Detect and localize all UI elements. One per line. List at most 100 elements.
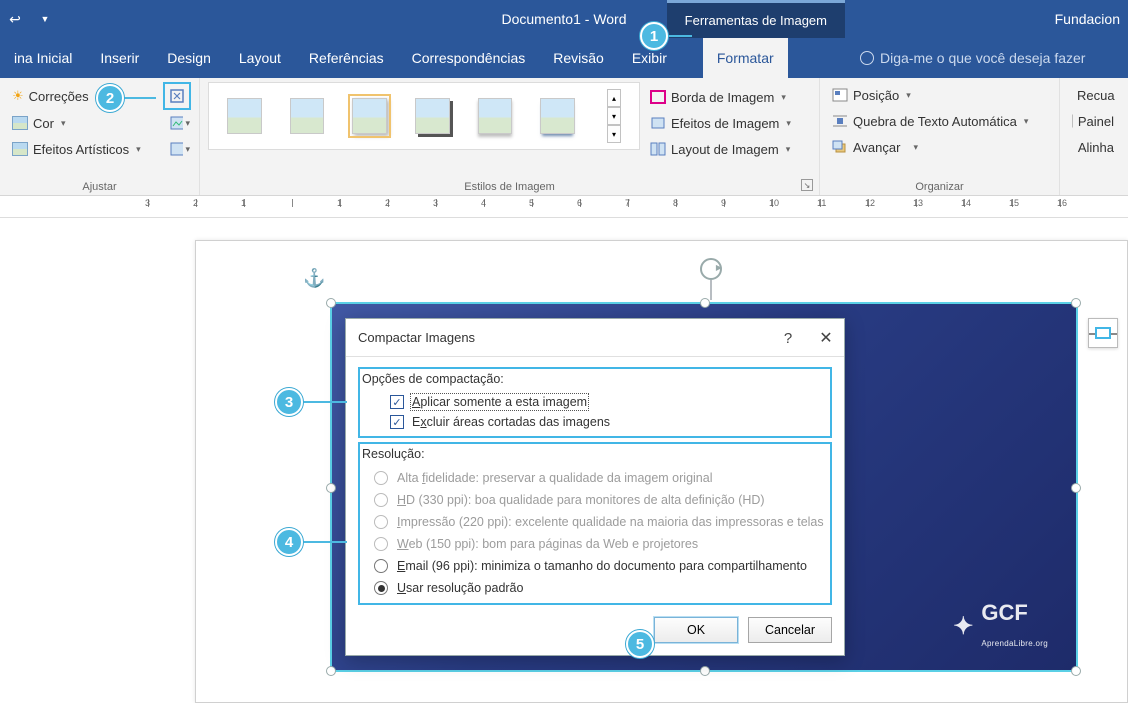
change-picture-button[interactable]: ▾	[169, 112, 191, 134]
reset-icon	[170, 142, 183, 156]
style-option-2[interactable]	[290, 98, 325, 134]
resize-handle-tr[interactable]	[1071, 298, 1081, 308]
callout-3: 3	[275, 388, 303, 416]
group-picture-styles: ▴ ▾ ▾ Borda de Imagem▾ Efeitos de Imagem…	[200, 78, 820, 195]
layout-options-button[interactable]	[1088, 318, 1118, 348]
contextual-tab-picture-tools: Ferramentas de Imagem	[667, 0, 845, 38]
resolution-section-title: Resolução:	[362, 447, 828, 461]
style-option-5[interactable]	[478, 98, 513, 134]
group-arrange: Posição▾ Quebra de Texto Automática▾ Ava…	[820, 78, 1060, 195]
resize-handle-bc[interactable]	[700, 666, 710, 676]
artistic-icon	[12, 142, 28, 156]
callout-2-line	[124, 97, 156, 99]
delete-cropped-checkbox-row[interactable]: ✓ Excluir áreas cortadas das imagens	[362, 412, 828, 432]
compression-options-section: Opções de compactação: ✓ AAplicar soment…	[358, 367, 832, 438]
style-option-4[interactable]	[415, 98, 450, 134]
tab-layout[interactable]: Layout	[225, 38, 295, 78]
styles-dialog-launcher[interactable]: ↘	[801, 179, 813, 191]
compression-section-title: Opções de compactação:	[362, 372, 828, 386]
group-arrange-extra: Recua Painel Alinha	[1060, 78, 1126, 195]
style-gallery[interactable]: ▴ ▾ ▾	[208, 82, 640, 150]
color-button[interactable]: Cor▾	[8, 110, 163, 136]
tab-references[interactable]: Referências	[295, 38, 398, 78]
delete-cropped-label: Excluir áreas cortadas das imagens	[412, 415, 610, 429]
undo-icon[interactable]: ↩	[0, 4, 30, 34]
compress-pictures-dialog: Compactar Imagens ? ✕ Opções de compacta…	[345, 318, 845, 656]
radio-hd: HD (330 ppi): boa qualidade para monitor…	[362, 489, 828, 511]
artistic-effects-button[interactable]: Efeitos Artísticos▾	[8, 136, 163, 162]
checkbox-checked-icon: ✓	[390, 395, 404, 409]
cancel-button[interactable]: Cancelar	[748, 617, 832, 643]
selection-pane-button[interactable]: Painel	[1068, 108, 1118, 134]
tab-mailings[interactable]: Correspondências	[398, 38, 540, 78]
picture-layout-button[interactable]: Layout de Imagem▾	[646, 136, 795, 162]
color-icon	[12, 116, 28, 130]
gallery-scroll: ▴ ▾ ▾	[607, 89, 621, 143]
layout-icon	[650, 142, 666, 156]
resize-handle-mr[interactable]	[1071, 483, 1081, 493]
account-name: Fundacion	[1055, 11, 1120, 27]
document-title: Documento1 - Word	[501, 11, 626, 27]
effects-icon	[650, 116, 666, 130]
gallery-more-icon[interactable]: ▾	[607, 125, 621, 143]
reset-picture-button[interactable]: ▾	[169, 138, 191, 160]
callout-1: 1	[640, 22, 668, 50]
radio-print: Impressão (220 ppi): excelente qualidade…	[362, 511, 828, 533]
forward-icon	[832, 140, 848, 154]
bring-forward-button[interactable]: Avançar▾	[828, 134, 1051, 160]
gallery-down-icon[interactable]: ▾	[607, 107, 621, 125]
anchor-icon: ⚓	[303, 268, 325, 289]
picture-border-button[interactable]: Borda de Imagem▾	[646, 84, 795, 110]
checkbox-checked-icon: ✓	[390, 415, 404, 429]
tell-me-search[interactable]: Diga-me o que você deseja fazer	[860, 50, 1085, 66]
resize-handle-ml[interactable]	[326, 483, 336, 493]
ribbon: ☀ Correções▾ Cor▾ ▾ Efeitos Artísticos▾	[0, 78, 1128, 196]
callout-5: 5	[626, 630, 654, 658]
picture-effects-button[interactable]: Efeitos de Imagem▾	[646, 110, 795, 136]
apply-only-checkbox-row[interactable]: ✓ AAplicar somente a esta imagemplicar s…	[362, 392, 828, 412]
lightbulb-icon	[860, 51, 874, 65]
send-backward-button[interactable]: Recua	[1068, 82, 1118, 108]
callout-1-line	[668, 35, 692, 37]
apply-only-label: AAplicar somente a esta imagemplicar som…	[412, 395, 587, 409]
tab-review[interactable]: Revisão	[539, 38, 618, 78]
compress-pictures-button[interactable]	[163, 82, 191, 110]
style-option-6[interactable]	[540, 98, 575, 134]
style-option-3[interactable]	[352, 98, 387, 134]
rotation-handle[interactable]	[700, 258, 722, 300]
gallery-up-icon[interactable]: ▴	[607, 89, 621, 107]
resize-handle-bl[interactable]	[326, 666, 336, 676]
tab-insert[interactable]: Inserir	[86, 38, 153, 78]
radio-default[interactable]: Usar resolução padrão	[362, 577, 828, 599]
document-area: ⚓ ✦ GCF AprendaLibre.org Compactar Image…	[0, 218, 1128, 703]
qat-customize-icon[interactable]: ▼	[30, 4, 60, 34]
resize-handle-tl[interactable]	[326, 298, 336, 308]
horizontal-ruler[interactable]: 32112345678910111213141516	[0, 196, 1128, 218]
dialog-close-button[interactable]: ✕	[814, 327, 838, 349]
position-button[interactable]: Posição▾	[828, 82, 1051, 108]
align-button[interactable]: Alinha	[1068, 134, 1118, 160]
tab-home[interactable]: ina Inicial	[0, 38, 86, 78]
title-bar: ↩ ▼ Documento1 - Word Ferramentas de Ima…	[0, 0, 1128, 38]
resize-handle-br[interactable]	[1071, 666, 1081, 676]
tab-design[interactable]: Design	[153, 38, 225, 78]
gcf-logo: ✦ GCF AprendaLibre.org	[953, 600, 1048, 652]
wrap-text-button[interactable]: Quebra de Texto Automática▾	[828, 108, 1051, 134]
style-option-1[interactable]	[227, 98, 262, 134]
corrections-button[interactable]: ☀ Correções▾	[8, 83, 157, 109]
position-icon	[832, 88, 848, 102]
compress-icon	[169, 88, 185, 104]
resolution-section: Resolução: Alta fidelidade: preservar a …	[358, 442, 832, 605]
resize-handle-tc[interactable]	[700, 298, 710, 308]
radio-email[interactable]: Email (96 ppi): minimiza o tamanho do do…	[362, 555, 828, 577]
group-arrange-label: Organizar	[820, 181, 1059, 193]
change-picture-icon	[170, 116, 183, 130]
dialog-title-text: Compactar Imagens	[358, 330, 475, 345]
ribbon-tabs: ina Inicial Inserir Design Layout Referê…	[0, 38, 1128, 78]
tab-format[interactable]: Formatar	[703, 38, 788, 78]
callout-3-line	[303, 401, 347, 403]
tell-me-placeholder: Diga-me o que você deseja fazer	[880, 50, 1085, 66]
person-icon: ✦	[953, 612, 973, 641]
ok-button[interactable]: OK	[654, 617, 738, 643]
dialog-help-button[interactable]: ?	[776, 327, 800, 349]
